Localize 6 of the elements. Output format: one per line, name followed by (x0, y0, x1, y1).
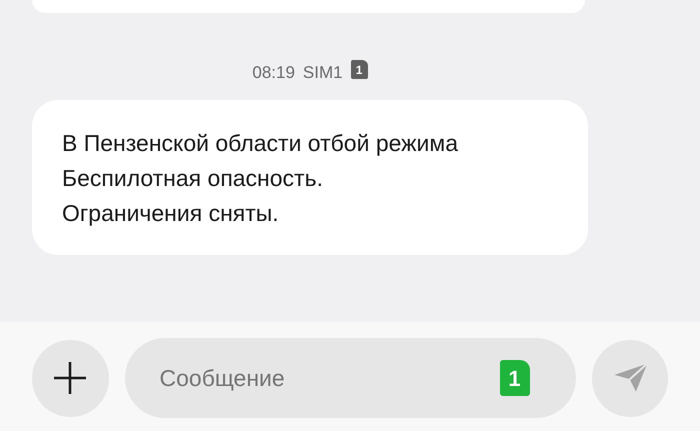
timestamp: 08:19 (252, 62, 295, 84)
sim-badge: 1 (350, 60, 368, 79)
message-bubble: В Пензенской области отбой режима Беспилотная опасность. Ограничения сняты. (32, 100, 588, 255)
plus-icon (52, 360, 88, 396)
sim-badge: 1 (500, 360, 530, 396)
sim-label: SIM1 (302, 62, 343, 84)
